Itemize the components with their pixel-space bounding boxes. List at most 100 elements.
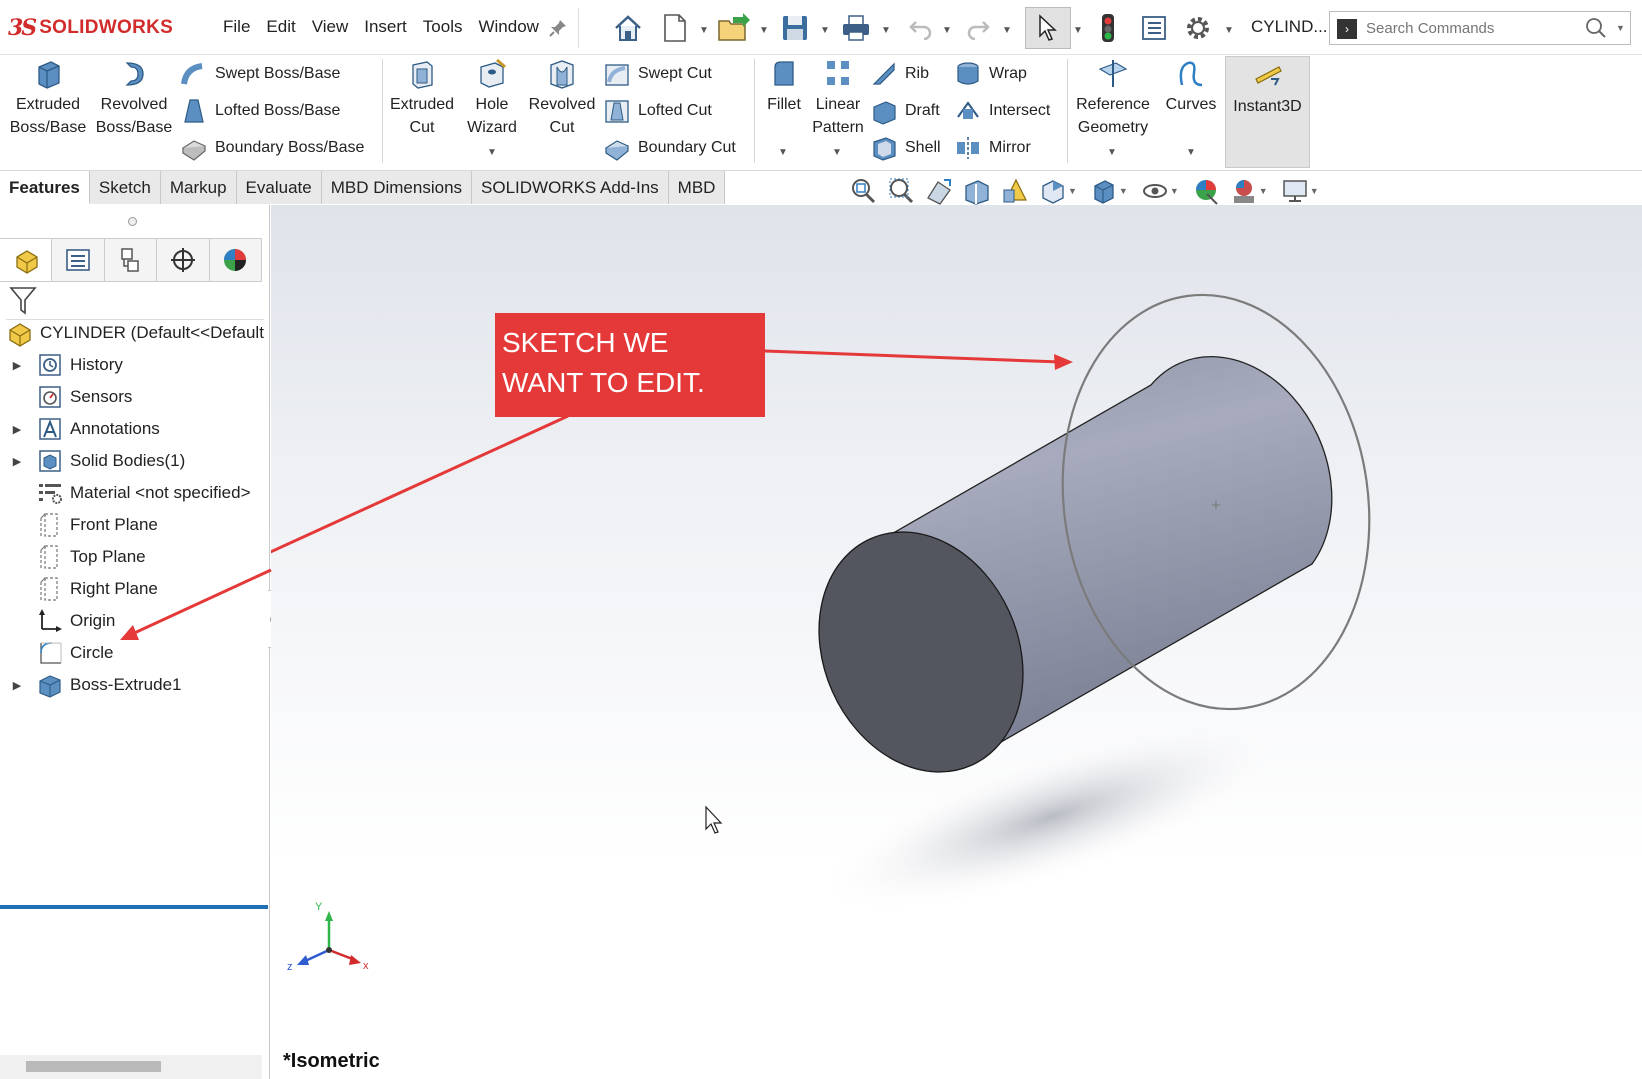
intersect-button[interactable]: Intersect (954, 95, 1050, 127)
instant3d-button[interactable]: Instant3D (1225, 56, 1310, 168)
tab-sketch[interactable]: Sketch (89, 171, 161, 204)
tab-features[interactable]: Features (0, 171, 90, 204)
curves-dropdown-icon[interactable]: ▼ (1186, 147, 1196, 158)
expand-arrow-icon[interactable]: ▶ (10, 359, 24, 372)
home-icon[interactable] (612, 12, 644, 44)
undo-dropdown-icon[interactable]: ▼ (942, 25, 952, 36)
pin-icon[interactable] (548, 12, 568, 44)
mirror-button[interactable]: Mirror (954, 132, 1031, 164)
dynamic-annotation-views-icon[interactable] (1000, 176, 1030, 206)
tree-item-solid-bodies-1[interactable]: ▶ Solid Bodies(1) (0, 445, 270, 477)
print-icon[interactable] (840, 12, 872, 44)
menu-window[interactable]: Window (470, 17, 546, 37)
redo-icon[interactable] (965, 12, 991, 44)
linear-pattern-button[interactable]: Linear Pattern (808, 57, 868, 139)
extruded-cut-button[interactable]: Extruded Cut (384, 57, 460, 139)
zoom-to-fit-icon[interactable] (848, 176, 878, 206)
menu-tools[interactable]: Tools (415, 17, 471, 37)
swept-boss-base-button[interactable]: Swept Boss/Base (180, 58, 340, 90)
section-view-icon[interactable] (962, 176, 992, 206)
open-document-icon[interactable] (717, 12, 751, 44)
fillet-button[interactable]: Fillet (757, 57, 811, 116)
tree-item-front-plane[interactable]: Front Plane (0, 509, 270, 541)
apply-scene-icon[interactable] (1229, 176, 1259, 206)
lofted-cut-button[interactable]: Lofted Cut (603, 95, 712, 127)
select-dropdown-icon[interactable]: ▼ (1073, 25, 1083, 36)
view-settings-monitor-icon[interactable] (1280, 176, 1310, 206)
menu-edit[interactable]: Edit (258, 17, 303, 37)
tree-item-top-plane[interactable]: Top Plane (0, 541, 270, 573)
tree-item-material-not-specified[interactable]: Material <not specified> (0, 477, 270, 509)
menu-insert[interactable]: Insert (356, 17, 415, 37)
new-document-icon[interactable] (662, 12, 688, 44)
solidworks-logo[interactable]: 3S SOLIDWORKS (8, 14, 173, 42)
hole-wizard-dropdown-icon[interactable]: ▼ (487, 147, 497, 158)
tree-item-right-plane[interactable]: Right Plane (0, 573, 270, 605)
tab-mbd-dimensions[interactable]: MBD Dimensions (321, 171, 473, 204)
boundary-boss-base-button[interactable]: Boundary Boss/Base (180, 132, 364, 164)
tree-item-origin[interactable]: Origin (0, 605, 270, 637)
shell-button[interactable]: Shell (870, 132, 941, 164)
featuremanager-tab[interactable] (0, 239, 53, 281)
panel-grip-handle[interactable] (128, 217, 137, 226)
configurationmanager-tab[interactable] (104, 239, 158, 281)
tree-item-annotations[interactable]: ▶ Annotations (0, 413, 270, 445)
tree-root-part[interactable]: CYLINDER (Default<<Default (0, 317, 270, 349)
revolved-cut-button[interactable]: Revolved Cut (524, 57, 600, 139)
draft-button[interactable]: Draft (870, 95, 940, 127)
fillet-dropdown-icon[interactable]: ▼ (778, 147, 788, 158)
tree-item-history[interactable]: ▶ History (0, 349, 270, 381)
reference-geometry-dropdown-icon[interactable]: ▼ (1107, 147, 1117, 158)
search-dropdown-icon[interactable]: ▼ (1616, 23, 1625, 33)
zoom-to-area-icon[interactable] (886, 176, 916, 206)
tree-item-sensors[interactable]: Sensors (0, 381, 270, 413)
reference-geometry-button[interactable]: Reference Geometry (1070, 57, 1156, 139)
hole-wizard-button[interactable]: Hole Wizard (460, 57, 524, 139)
scrollbar-thumb[interactable] (26, 1061, 161, 1072)
tree-item-boss-extrude1[interactable]: ▶ Boss-Extrude1 (0, 669, 270, 701)
select-pointer-icon[interactable] (1025, 7, 1071, 49)
tree-item-circle[interactable]: Circle (0, 637, 270, 669)
expand-arrow-icon[interactable]: ▶ (10, 455, 24, 468)
display-style-icon[interactable] (1089, 176, 1119, 206)
previous-view-icon[interactable] (924, 176, 954, 206)
wrap-button[interactable]: Wrap (954, 58, 1027, 90)
edit-appearance-icon[interactable] (1191, 176, 1221, 206)
options-gear-icon[interactable] (1183, 12, 1213, 44)
redo-dropdown-icon[interactable]: ▼ (1002, 25, 1012, 36)
rebuild-traffic-light-icon[interactable] (1098, 12, 1118, 44)
swept-cut-button[interactable]: Swept Cut (603, 58, 712, 90)
menu-view[interactable]: View (304, 17, 357, 37)
filter-funnel-icon[interactable] (9, 285, 37, 317)
revolved-boss-base-button[interactable]: Revolved Boss/Base (94, 57, 174, 139)
display-style-dropdown-icon[interactable]: ▼ (1119, 186, 1128, 196)
print-dropdown-icon[interactable]: ▼ (881, 25, 891, 36)
linear-pattern-dropdown-icon[interactable]: ▼ (832, 147, 842, 158)
view-settings-dropdown-icon[interactable]: ▼ (1310, 186, 1319, 196)
tab-solidworks-add-ins[interactable]: SOLIDWORKS Add-Ins (472, 171, 669, 204)
tab-mbd[interactable]: MBD (668, 171, 726, 204)
search-icon[interactable] (1585, 16, 1607, 45)
curves-button[interactable]: Curves (1160, 57, 1222, 116)
view-orientation-dropdown-icon[interactable]: ▼ (1068, 186, 1077, 196)
expand-arrow-icon[interactable]: ▶ (10, 679, 24, 692)
displaymanager-tab[interactable] (209, 239, 263, 281)
file-properties-icon[interactable] (1140, 12, 1168, 44)
model-viewport[interactable] (271, 205, 1642, 1079)
open-dropdown-icon[interactable]: ▼ (759, 25, 769, 36)
hide-show-dropdown-icon[interactable]: ▼ (1170, 186, 1179, 196)
rollback-bar[interactable] (0, 905, 268, 909)
menu-file[interactable]: File (215, 17, 258, 37)
rib-button[interactable]: Rib (870, 58, 929, 90)
propertymanager-tab[interactable] (52, 239, 105, 281)
save-icon[interactable] (780, 12, 810, 44)
view-orientation-icon[interactable] (1038, 176, 1068, 206)
graphics-area[interactable]: Y x z SKETCH WE WANT TO EDIT. *Isometric (271, 205, 1642, 1079)
boundary-cut-button[interactable]: Boundary Cut (603, 132, 736, 164)
lofted-boss-base-button[interactable]: Lofted Boss/Base (180, 95, 340, 127)
search-commands-box[interactable]: › ▼ (1329, 11, 1631, 45)
hide-show-items-icon[interactable] (1140, 176, 1170, 206)
expand-arrow-icon[interactable]: ▶ (10, 423, 24, 436)
new-dropdown-icon[interactable]: ▼ (699, 25, 709, 36)
apply-scene-dropdown-icon[interactable]: ▼ (1259, 186, 1268, 196)
